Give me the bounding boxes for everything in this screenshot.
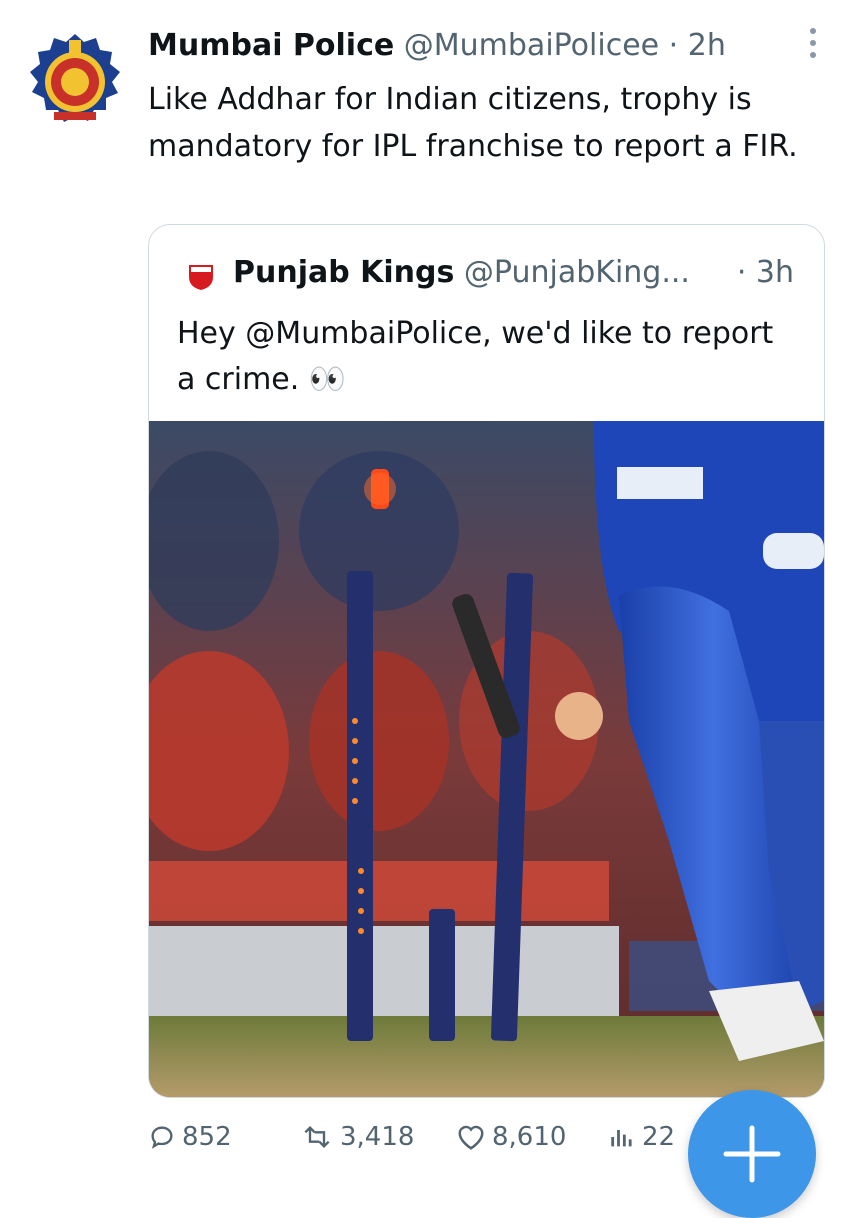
reply-count: 852 <box>182 1122 232 1152</box>
reply-button[interactable]: 852 <box>148 1122 232 1152</box>
quoted-header: Punjab Kings @PunjabKing... <box>233 255 690 290</box>
reply-icon <box>151 1126 173 1149</box>
repost-button[interactable]: 3,418 <box>300 1122 414 1152</box>
quoted-tweet-text: Hey @MumbaiPolice, we'd like to report a… <box>177 316 774 397</box>
quoted-author-name: Punjab Kings <box>233 255 455 290</box>
plus-icon <box>723 1125 781 1183</box>
separator: · <box>668 28 679 63</box>
repost-icon <box>304 1126 330 1148</box>
tweet-header: Mumbai Police @MumbaiPolicee · 2h <box>148 28 828 68</box>
quoted-tweet-time: · 3h <box>736 255 794 290</box>
quoted-author-avatar <box>187 261 215 291</box>
like-button[interactable]: 8,610 <box>456 1122 566 1152</box>
repost-count: 3,418 <box>340 1122 415 1152</box>
quoted-author-handle: @PunjabKing... <box>463 255 690 290</box>
views-icon <box>611 1130 632 1147</box>
views-button[interactable]: 22 <box>608 1122 675 1152</box>
compose-button[interactable] <box>688 1090 816 1218</box>
author-avatar[interactable] <box>26 30 124 128</box>
like-count: 8,610 <box>492 1122 567 1152</box>
tweet-text: Like Addhar for Indian citizens, trophy … <box>148 82 798 164</box>
quoted-tweet-photo[interactable] <box>149 421 824 1097</box>
more-options-icon[interactable] <box>810 28 818 64</box>
author-handle[interactable]: @MumbaiPolicee <box>404 28 659 63</box>
quoted-tweet-card[interactable]: Punjab Kings @PunjabKing... · 3h Hey @Mu… <box>148 224 825 1098</box>
heart-icon <box>458 1125 484 1150</box>
views-count: 22 <box>642 1122 676 1152</box>
author-name[interactable]: Mumbai Police <box>148 28 394 63</box>
tweet-time[interactable]: 2h <box>688 28 726 63</box>
